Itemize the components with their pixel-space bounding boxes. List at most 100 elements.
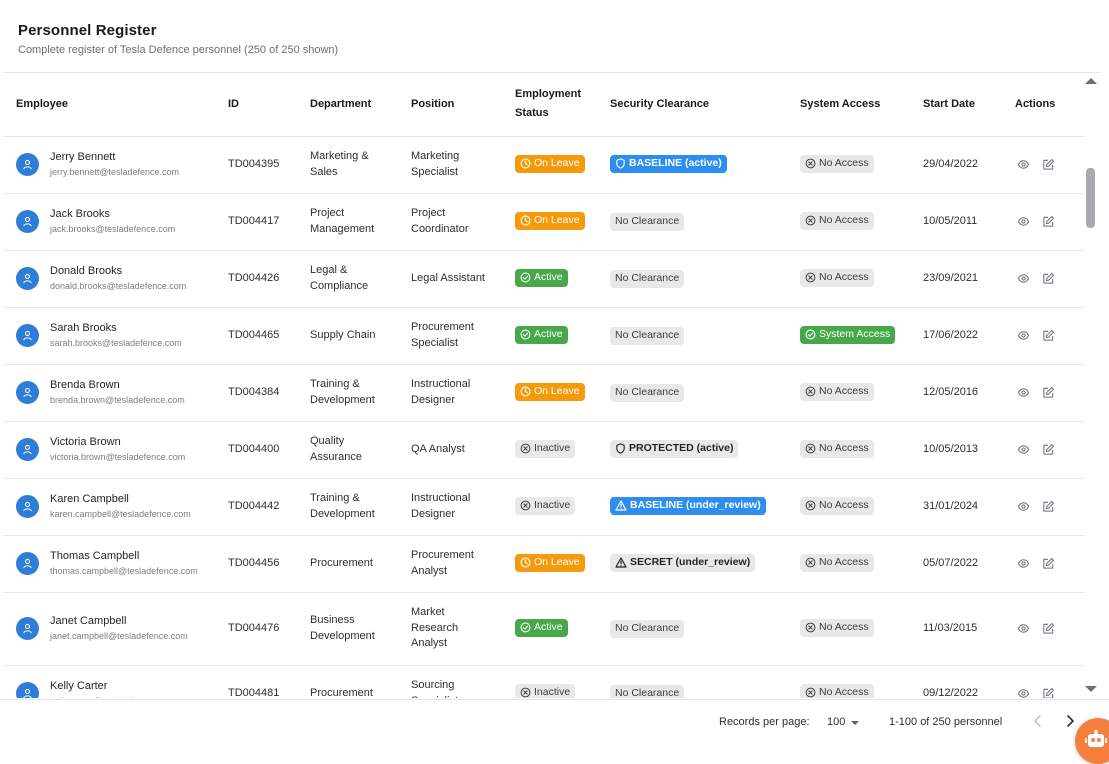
employment-status-badge: On Leave [515,553,585,572]
eye-icon[interactable] [1015,271,1031,287]
warning-triangle-icon [615,557,627,568]
employment-status-badge: Active [515,268,568,287]
table-row[interactable]: Kelly Carter kelly.carter@tesladefence.c… [4,665,1084,698]
position-cell: Procurement Analyst [411,535,515,593]
eye-icon[interactable] [1015,686,1031,698]
x-circle-icon [520,687,531,698]
rows-per-page-label: Records per page: [719,716,810,728]
edit-icon[interactable] [1040,157,1056,173]
page-subtitle: Complete register of Tesla Defence perso… [18,44,339,56]
column-header-id[interactable]: ID [228,73,310,137]
employment-status-badge: On Leave [515,154,585,173]
table-row[interactable]: Brenda Brown brenda.brown@tesladefence.c… [4,364,1084,422]
edit-icon[interactable] [1040,621,1056,637]
column-header-system-access[interactable]: System Access [800,73,923,137]
department-cell: Business Development [310,592,411,666]
previous-page-button[interactable] [1031,714,1045,733]
start-date: 23/09/2021 [923,250,1015,308]
check-circle-icon [520,329,531,340]
employee-cell: Victoria Brown victoria.brown@tesladefen… [4,421,228,479]
scroll-up-arrow-icon[interactable] [1085,78,1097,84]
assistant-fab-button[interactable] [1075,718,1109,764]
security-clearance-cell: BASELINE (under_review) [610,478,800,536]
security-clearance-cell: BASELINE (active) [610,136,800,194]
department-cell: Supply Chain [310,307,411,365]
table-row[interactable]: Jack Brooks jack.brooks@tesladefence.com… [4,193,1084,251]
edit-icon[interactable] [1040,442,1056,458]
employment-status-badge: Inactive [515,439,576,458]
table-row[interactable]: Karen Campbell karen.campbell@tesladefen… [4,478,1084,536]
start-date: 17/06/2022 [923,307,1015,365]
edit-icon[interactable] [1040,499,1056,515]
employee-name: Thomas Campbell [50,550,140,562]
edit-icon[interactable] [1040,385,1056,401]
table-row[interactable]: Sarah Brooks sarah.brooks@tesladefence.c… [4,307,1084,365]
clearance-badge: PROTECTED (active) [610,439,739,458]
clock-icon [520,557,531,568]
employee-email: karen.campbell@tesladefence.com [50,509,191,519]
department-cell: Quality Assurance [310,421,411,479]
edit-icon[interactable] [1040,686,1056,698]
eye-icon[interactable] [1015,499,1031,515]
check-circle-icon [805,329,816,340]
scroll-down-arrow-icon[interactable] [1085,686,1097,692]
position-cell: Project Coordinator [411,193,515,251]
table-row[interactable]: Jerry Bennett jerry.bennett@tesladefence… [4,136,1084,194]
scrollbar-thumb[interactable] [1086,168,1095,228]
table-row[interactable]: Victoria Brown victoria.brown@tesladefen… [4,421,1084,479]
clearance-badge: BASELINE (active) [610,154,727,173]
actions-cell [1015,364,1084,422]
eye-icon[interactable] [1015,328,1031,344]
eye-icon[interactable] [1015,556,1031,572]
system-access-cell: System Access [800,307,923,365]
employee-email: janet.campbell@tesladefence.com [50,631,188,641]
position-cell: Instructional Designer [411,364,515,422]
employee-name: Victoria Brown [50,436,121,448]
eye-icon[interactable] [1015,442,1031,458]
column-header-security-clearance[interactable]: Security Clearance [610,73,800,137]
employee-id: TD004481 [228,687,280,698]
column-header-start-date[interactable]: Start Date [923,73,1015,137]
warning-triangle-icon [615,500,627,511]
eye-icon[interactable] [1015,385,1031,401]
employee-cell: Karen Campbell karen.campbell@tesladefen… [4,478,228,536]
employee-email: brenda.brown@tesladefence.com [50,395,185,405]
column-header-position[interactable]: Position [411,73,515,137]
clock-icon [520,158,531,169]
employment-status-cell: On Leave [515,364,610,422]
start-date: 11/03/2015 [923,592,1015,666]
actions-cell [1015,136,1084,194]
x-circle-icon [520,500,531,511]
column-header-employment-status[interactable]: Employment Status [515,73,610,137]
avatar [16,153,39,176]
edit-icon[interactable] [1040,556,1056,572]
x-circle-icon [805,272,816,283]
next-page-button[interactable] [1063,714,1077,733]
edit-icon[interactable] [1040,328,1056,344]
table-row[interactable]: Thomas Campbell thomas.campbell@tesladef… [4,535,1084,593]
employee-cell: Janet Campbell janet.campbell@tesladefen… [4,592,228,666]
eye-icon[interactable] [1015,214,1031,230]
edit-icon[interactable] [1040,271,1056,287]
rows-per-page-select[interactable]: 100 [827,716,860,728]
department-cell: Project Management [310,193,411,251]
column-header-department[interactable]: Department [310,73,411,137]
vertical-scrollbar[interactable] [1084,78,1098,692]
employment-status-cell: Inactive [515,665,610,698]
edit-icon[interactable] [1040,214,1056,230]
department-cell: Procurement [310,535,411,593]
eye-icon[interactable] [1015,157,1031,173]
x-circle-icon [520,443,531,454]
employee-id: TD004395 [228,136,310,194]
employment-status-cell: Active [515,250,610,308]
avatar [16,552,39,575]
avatar [16,682,39,698]
system-access-cell: No Access [800,193,923,251]
actions-cell [1015,478,1084,536]
table-row[interactable]: Janet Campbell janet.campbell@tesladefen… [4,592,1084,666]
person-icon [23,216,32,227]
table-row[interactable]: Donald Brooks donald.brooks@tesladefence… [4,250,1084,308]
column-header-employee[interactable]: Employee [4,73,228,137]
security-clearance-cell: No Clearance [610,250,800,308]
eye-icon[interactable] [1015,621,1031,637]
